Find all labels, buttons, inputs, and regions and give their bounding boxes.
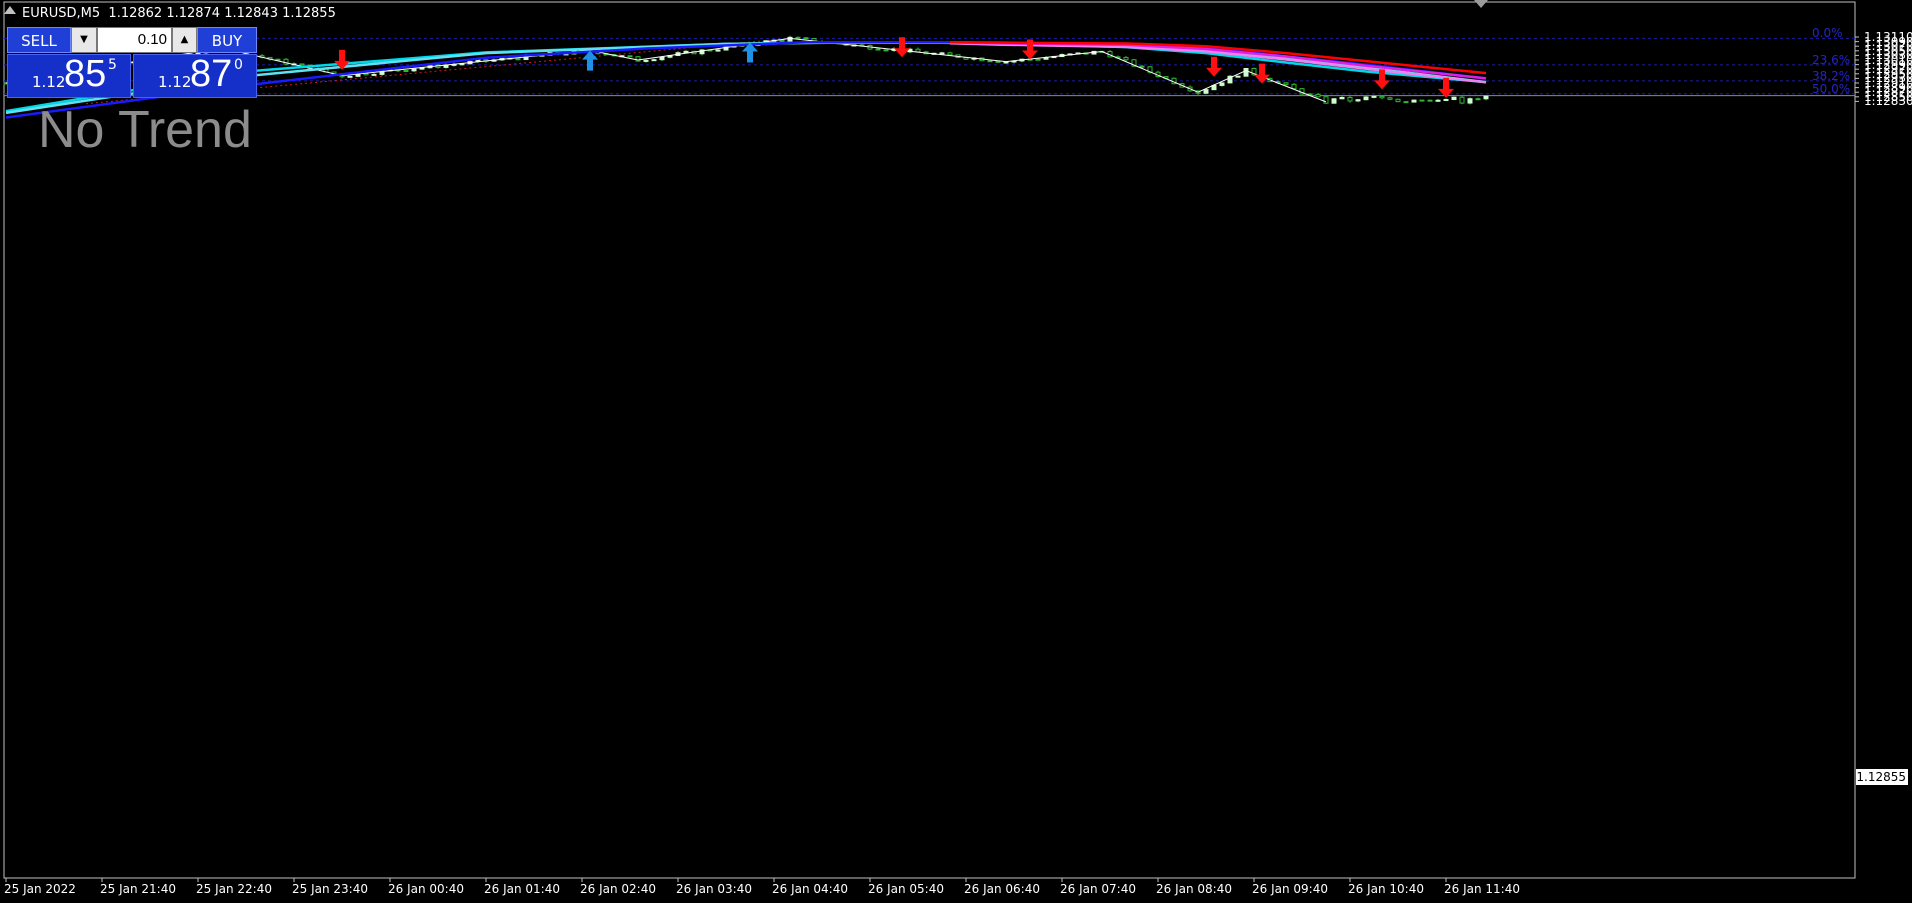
candle-body — [1387, 97, 1393, 100]
sell-button[interactable]: SELL — [7, 27, 71, 53]
time-axis-label: 26 Jan 02:40 — [580, 882, 656, 896]
candle-body — [1355, 99, 1361, 102]
candle-body — [1403, 101, 1409, 104]
time-axis-label: 26 Jan 05:40 — [868, 882, 944, 896]
candle-body — [1331, 98, 1337, 104]
buy-price-button[interactable]: 1.12 87 0 — [133, 53, 257, 98]
candle-body — [1219, 82, 1225, 86]
candle-body — [515, 58, 521, 61]
symbol-header: EURUSD,M5 1.12862 1.12874 1.12843 1.1285… — [22, 6, 336, 21]
time-axis-label: 26 Jan 09:40 — [1252, 882, 1328, 896]
chart-menu-icon[interactable] — [4, 6, 16, 14]
one-click-trading-panel: SELL ▼ 0.10 ▲ BUY 1.12 85 5 1.12 87 0 — [7, 27, 257, 98]
lot-size-input[interactable]: 0.10 — [97, 27, 172, 53]
buy-price-pips: 87 — [190, 53, 233, 95]
candle-body — [715, 49, 721, 52]
candle-body — [1443, 98, 1449, 101]
lot-increase-button[interactable]: ▲ — [172, 27, 197, 53]
buy-price-prefix: 1.12 — [158, 73, 192, 91]
candle-body — [883, 49, 889, 52]
candle-body — [1411, 99, 1417, 103]
candle-body — [403, 70, 409, 73]
buy-price-fraction: 0 — [234, 57, 243, 73]
time-axis-label: 26 Jan 01:40 — [484, 882, 560, 896]
time-axis-label: 25 Jan 2022 — [4, 882, 76, 896]
candle-body — [1283, 82, 1289, 85]
trend-status-label: No Trend — [38, 101, 252, 159]
candle-body — [1427, 99, 1433, 102]
time-axis-label: 26 Jan 07:40 — [1060, 882, 1136, 896]
time-axis-label: 26 Jan 04:40 — [772, 882, 848, 896]
time-axis-label: 26 Jan 10:40 — [1348, 882, 1424, 896]
fib-level-label: 23.6% — [1812, 52, 1851, 67]
candle-body — [651, 59, 657, 62]
candle-body — [1323, 96, 1329, 104]
sell-signal-arrow-icon — [894, 37, 910, 58]
chart-frame — [3, 1, 1856, 879]
candle-body — [1379, 95, 1385, 99]
candle-body — [411, 68, 417, 72]
candle-body — [299, 63, 305, 66]
candle-body — [1235, 75, 1241, 78]
time-axis-label: 25 Jan 21:40 — [100, 882, 176, 896]
candle-body — [779, 39, 785, 42]
candle-body — [1339, 96, 1345, 100]
buy-button[interactable]: BUY — [197, 27, 257, 53]
lot-decrease-button[interactable]: ▼ — [71, 27, 97, 53]
candle-body — [347, 75, 353, 78]
chart-shift-marker-icon[interactable] — [1474, 0, 1488, 8]
sell-signal-arrow-icon — [1206, 56, 1222, 77]
sell-price-fraction: 5 — [108, 57, 117, 73]
candle-body — [1123, 56, 1129, 61]
candle-body — [275, 58, 281, 61]
candle-body — [1475, 98, 1481, 101]
candle-body — [1451, 96, 1457, 100]
time-axis-label: 26 Jan 06:40 — [964, 882, 1040, 896]
candle-body — [1291, 83, 1297, 90]
candle-body — [1371, 95, 1377, 98]
candle-body — [643, 59, 649, 62]
time-axis-label: 26 Jan 11:40 — [1444, 882, 1520, 896]
fib-level-label: 0.0% — [1812, 26, 1843, 41]
candle-body — [371, 73, 377, 76]
candle-body — [659, 56, 665, 61]
sell-price-prefix: 1.12 — [32, 73, 66, 91]
time-axis-label: 26 Jan 00:40 — [388, 882, 464, 896]
time-axis-label: 25 Jan 22:40 — [196, 882, 272, 896]
candle-body — [627, 55, 633, 58]
candle-body — [1395, 98, 1401, 103]
candle-body — [1035, 58, 1041, 61]
candle-body — [995, 60, 1001, 63]
candle-body — [1467, 98, 1473, 104]
candle-body — [875, 48, 881, 51]
sell-price-button[interactable]: 1.12 85 5 — [7, 53, 131, 98]
candle-body — [1419, 99, 1425, 102]
candle-body — [1347, 96, 1353, 102]
candle-body — [1243, 68, 1249, 77]
time-axis-label: 26 Jan 03:40 — [676, 882, 752, 896]
candle-body — [915, 48, 921, 53]
candle-body — [795, 36, 801, 39]
candle-body — [1003, 61, 1009, 64]
price-chart[interactable] — [0, 0, 1912, 903]
candle-body — [947, 52, 953, 56]
candle-body — [1435, 99, 1441, 102]
candle-body — [1459, 96, 1465, 104]
candle-body — [1139, 65, 1145, 68]
candle-body — [1203, 89, 1209, 94]
candle-body — [939, 52, 945, 55]
candle-body — [987, 60, 993, 63]
time-axis-label: 25 Jan 23:40 — [292, 882, 368, 896]
candle-body — [1315, 94, 1321, 98]
price-axis-label: 1.12830 — [1864, 94, 1912, 109]
candle-body — [1483, 95, 1489, 100]
sell-price-pips: 85 — [64, 53, 107, 95]
candle-body — [1363, 96, 1369, 101]
time-axis-label: 26 Jan 08:40 — [1156, 882, 1232, 896]
fib-level-label: 50.0% — [1812, 81, 1851, 96]
current-price-tag: 1.12855 — [1856, 769, 1908, 785]
candle-body — [803, 37, 809, 40]
